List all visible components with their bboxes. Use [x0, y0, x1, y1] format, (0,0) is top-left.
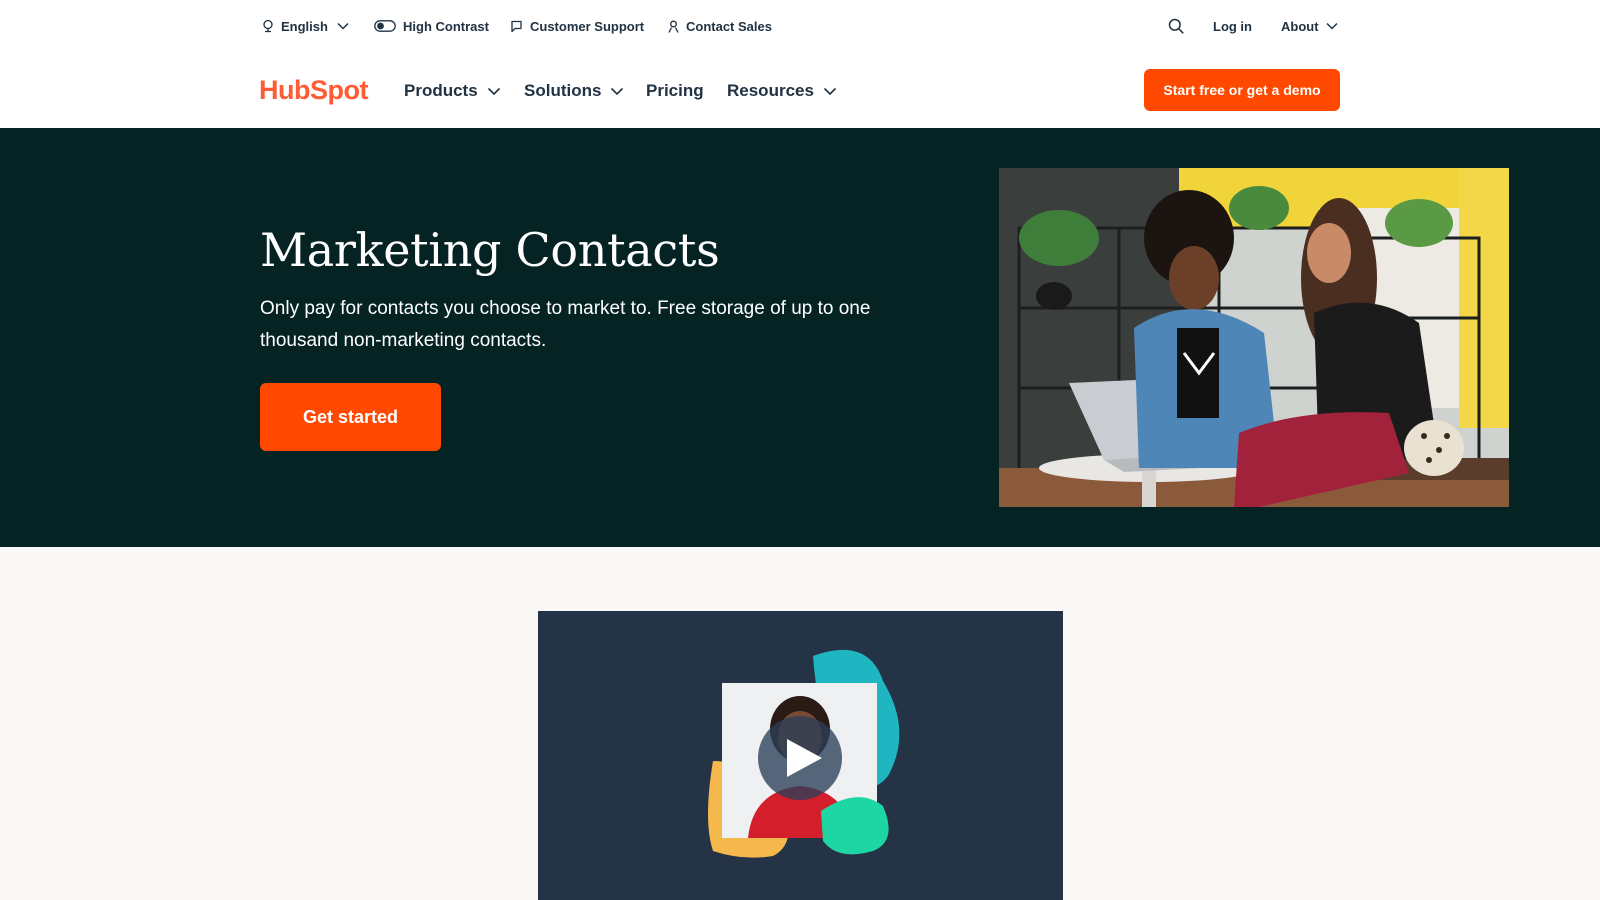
- nav-solutions[interactable]: Solutions: [524, 79, 624, 103]
- high-contrast-toggle[interactable]: High Contrast: [374, 17, 489, 35]
- nav-pricing[interactable]: Pricing: [646, 79, 704, 103]
- office-collaboration-illustration: [999, 168, 1509, 507]
- about-menu[interactable]: About: [1281, 17, 1338, 35]
- customer-support-link[interactable]: Customer Support: [510, 17, 644, 35]
- search-icon: [1168, 18, 1184, 34]
- main-navigation: HubSpot Products Solutions Pricing Resou…: [0, 52, 1600, 128]
- hero-photo: [999, 168, 1509, 507]
- nav-pricing-label: Pricing: [646, 81, 704, 100]
- hero-description: Only pay for contacts you choose to mark…: [260, 298, 871, 351]
- nav-resources[interactable]: Resources: [727, 79, 837, 103]
- video-player[interactable]: [538, 611, 1063, 900]
- about-label: About: [1281, 18, 1319, 34]
- contact-sales-link[interactable]: Contact Sales: [668, 17, 772, 35]
- chevron-down-icon: [1326, 22, 1338, 30]
- get-started-button[interactable]: Get started: [260, 383, 441, 451]
- high-contrast-label: High Contrast: [403, 18, 489, 34]
- start-free-demo-button[interactable]: Start free or get a demo: [1144, 69, 1340, 111]
- utility-bar: English High Contrast Customer Support C…: [0, 0, 1600, 52]
- globe-icon: [263, 19, 273, 33]
- video-thumbnail: [708, 649, 900, 858]
- customer-support-label: Customer Support: [530, 18, 645, 34]
- language-selector[interactable]: English: [262, 17, 349, 35]
- contact-sales-label: Contact Sales: [686, 18, 772, 34]
- hubspot-logo[interactable]: HubSpot: [259, 72, 368, 108]
- page-title: Marketing Contacts: [260, 223, 720, 277]
- nav-solutions-label: Solutions: [524, 81, 602, 100]
- chevron-down-icon: [823, 87, 837, 95]
- contrast-toggle-icon: [374, 20, 396, 32]
- nav-resources-label: Resources: [727, 81, 814, 100]
- chevron-down-icon: [487, 87, 500, 95]
- chevron-down-icon: [337, 22, 349, 30]
- login-label: Log in: [1213, 18, 1252, 34]
- nav-products[interactable]: Products: [404, 79, 501, 103]
- nav-products-label: Products: [404, 81, 478, 100]
- hero-section: Marketing Contacts Only pay for contacts…: [0, 128, 1600, 547]
- login-link[interactable]: Log in: [1213, 17, 1252, 35]
- search-button[interactable]: [1168, 17, 1184, 35]
- person-icon: [668, 20, 679, 33]
- logo-text: HubSpot: [259, 74, 368, 105]
- chevron-down-icon: [611, 87, 624, 95]
- language-label: English: [281, 18, 328, 34]
- video-section: [0, 547, 1600, 900]
- chat-bubble-icon: [511, 20, 522, 32]
